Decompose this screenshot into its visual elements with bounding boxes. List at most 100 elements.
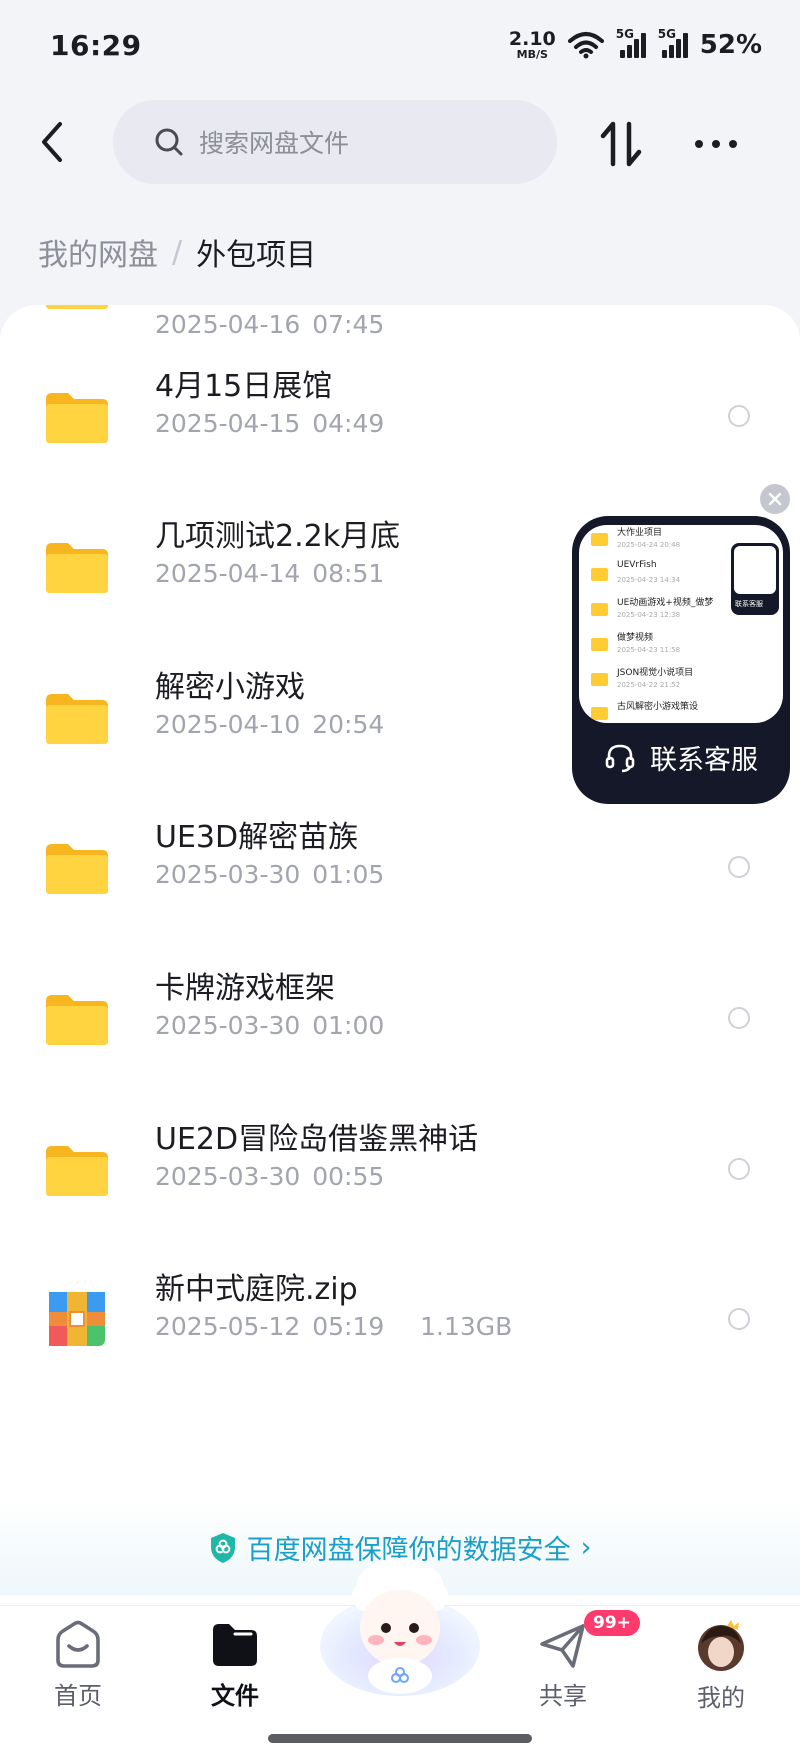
customer-service-float[interactable]: 大作业项目 2025-04-24 20:48 UEVrFish 2025-04-…: [572, 516, 790, 804]
send-paper-plane-icon: [540, 1624, 585, 1668]
file-row[interactable]: 4月15日展馆 2025-04-15 04:49: [0, 345, 800, 495]
wifi-icon: [567, 32, 604, 59]
status-bar: 16:29 2.10 MB/S 5G 5G 52%: [0, 0, 800, 90]
sort-button[interactable]: [596, 118, 648, 170]
status-icons: 2.10 MB/S 5G 5G 52%: [508, 27, 762, 61]
preview-date: 2025-04-24 20:48: [617, 541, 681, 549]
file-name: 几项测试2.2k月底: [155, 519, 401, 554]
file-row[interactable]: 新中式庭院.zip 2025-05-12 05:19 1.13GB: [0, 1248, 800, 1398]
preview-name: 古风解密小游戏策设: [617, 702, 699, 712]
customer-service-label: 联系客服: [650, 745, 758, 776]
preview-row: 做梦视频 2025-04-23 11:58: [579, 628, 729, 666]
file-name: UE2D冒险岛借鉴黑神话: [155, 1122, 479, 1157]
preview-mini-float: 联系客服: [731, 543, 779, 615]
preview-name: UE动画游戏+视频_做梦: [617, 598, 714, 608]
shield-icon: [210, 1532, 235, 1563]
file-date: 2025-05-12 05:19 1.13GB: [155, 1312, 512, 1341]
folder-icon: [46, 543, 108, 593]
nav-files[interactable]: 文件: [180, 1620, 290, 1711]
select-radio[interactable]: [728, 405, 750, 427]
folder-icon: [46, 844, 108, 894]
file-name: UE3D解密苗族: [155, 820, 359, 855]
file-date: 2025-03-30 00:55: [155, 1162, 385, 1191]
signal-sim1-icon: 5G: [616, 27, 646, 58]
preview-folder-icon: [591, 568, 608, 581]
home-indicator: [268, 1734, 532, 1743]
select-radio[interactable]: [728, 856, 750, 878]
nav-mine[interactable]: 我的: [666, 1620, 776, 1713]
network-speed-value: 2.10: [508, 28, 556, 50]
nav-mine-label: 我的: [697, 1684, 745, 1712]
preview-date: 2025-04-22 21:52: [617, 681, 681, 689]
close-float-button[interactable]: [760, 484, 790, 514]
preview-name: 做梦视频: [617, 633, 654, 643]
file-size: 1.13GB: [420, 1312, 513, 1341]
chevron-left-icon: [42, 122, 62, 162]
home-icon: [56, 1620, 100, 1668]
zip-archive-icon: [49, 1292, 105, 1346]
network-speed-unit: MB/S: [516, 48, 548, 61]
select-radio[interactable]: [728, 1308, 750, 1330]
avatar: [698, 1620, 744, 1671]
preview-row: UEVrFish 2025-04-23 14:34: [579, 558, 729, 596]
sim1-network-label: 5G: [615, 26, 634, 41]
folder-icon: [46, 305, 108, 309]
preview-name: UEVrFish: [617, 560, 657, 570]
select-radio[interactable]: [728, 1007, 750, 1029]
folder-filled-icon: [213, 1624, 257, 1666]
file-date: 2025-04-16 07:45: [155, 310, 385, 339]
file-row[interactable]: 卡牌游戏框架 2025-03-30 01:00: [0, 947, 800, 1097]
signal-sim2-icon: 5G: [658, 27, 688, 58]
preview-folder-icon: [591, 603, 608, 616]
network-speed: 2.10 MB/S: [508, 28, 556, 61]
file-row[interactable]: UE3D解密苗族 2025-03-30 01:05: [0, 796, 800, 946]
file-date-value: 2025-05-12 05:19: [155, 1312, 385, 1341]
battery-level: 52%: [699, 30, 762, 60]
file-name: 卡牌游戏框架: [155, 971, 335, 1006]
preview-folder-icon: [591, 533, 608, 546]
preview-row: JSON视觉小说项目 2025-04-22 21:52: [579, 663, 729, 701]
nav-share[interactable]: 99+ 共享: [508, 1610, 640, 1711]
mascot-assistant-icon[interactable]: [318, 1548, 482, 1698]
file-date: 2025-04-10 20:54: [155, 710, 385, 739]
more-options-button[interactable]: [690, 120, 742, 168]
search-input[interactable]: 搜索网盘文件: [113, 100, 557, 184]
status-time: 16:29: [50, 28, 142, 62]
file-date: 2025-03-30 01:00: [155, 1011, 385, 1040]
preview-date: 2025-04-23 12:38: [617, 611, 681, 619]
preview-date: 2025-04-23 14:34: [617, 576, 681, 584]
file-date: 2025-04-15 04:49: [155, 409, 385, 438]
preview-folder-icon: [591, 638, 608, 651]
share-badge: 99+: [584, 1610, 640, 1636]
breadcrumb-separator: /: [172, 234, 183, 270]
file-name: 新中式庭院.zip: [155, 1272, 358, 1307]
folder-icon: [46, 393, 108, 443]
nav-home-label: 首页: [54, 1682, 102, 1710]
preview-date: 2025-04-23 11:58: [617, 646, 681, 654]
nav-files-label: 文件: [211, 1682, 259, 1710]
search-placeholder: 搜索网盘文件: [199, 129, 350, 158]
select-radio[interactable]: [728, 1158, 750, 1180]
folder-icon: [46, 694, 108, 744]
file-name: 解密小游戏: [155, 670, 305, 705]
nav-home[interactable]: 首页: [23, 1620, 133, 1711]
screen-preview: 大作业项目 2025-04-24 20:48 UEVrFish 2025-04-…: [579, 525, 783, 723]
file-name: 4月15日展馆: [155, 369, 333, 404]
search-icon: [155, 128, 183, 156]
preview-name: JSON视觉小说项目: [617, 668, 694, 678]
top-bar: 搜索网盘文件: [0, 98, 800, 186]
headset-icon: [605, 744, 635, 772]
file-date: 2025-03-30 01:05: [155, 860, 385, 889]
preview-mini-label: 联系客服: [735, 600, 763, 608]
nav-share-label: 共享: [539, 1682, 587, 1710]
preview-row: 古风解密小游戏策设: [579, 697, 729, 723]
back-button[interactable]: [30, 118, 78, 166]
file-row[interactable]: UE2D冒险岛借鉴黑神话 2025-03-30 00:55: [0, 1098, 800, 1248]
breadcrumb-root[interactable]: 我的网盘: [38, 230, 158, 274]
preview-row: UE动画游戏+视频_做梦 2025-04-23 12:38: [579, 593, 729, 631]
breadcrumb: 我的网盘 / 外包项目: [38, 230, 316, 274]
more-horizontal-icon: [695, 140, 703, 148]
preview-folder-icon: [591, 673, 608, 686]
file-date: 2025-04-14 08:51: [155, 559, 385, 588]
folder-icon: [46, 1146, 108, 1196]
